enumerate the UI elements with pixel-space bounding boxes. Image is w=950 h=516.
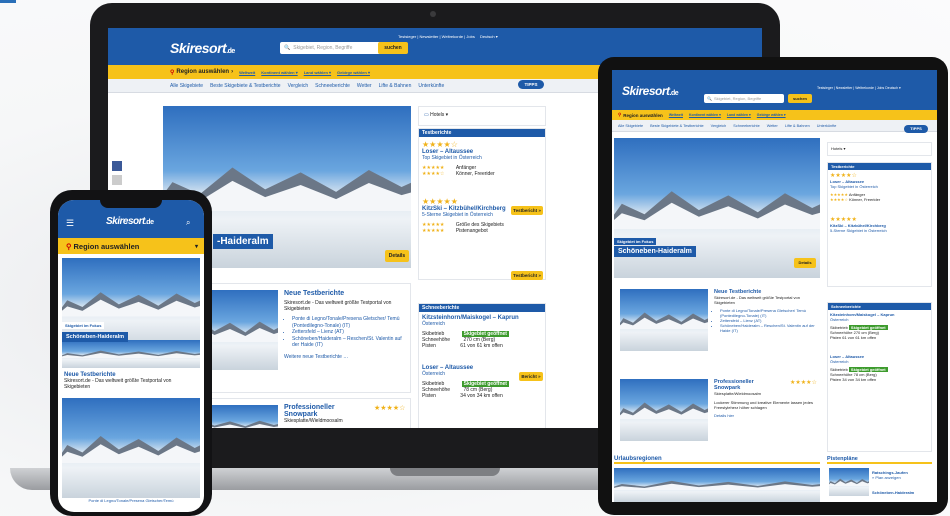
- schneeberichte-box: Schneeberichte Kitzsteinhorn/Maiskogel –…: [827, 302, 932, 452]
- details-button[interactable]: Details: [794, 258, 816, 268]
- hotels-tab[interactable]: ▭ Hotels ▾: [418, 106, 546, 126]
- site-logo[interactable]: Skiresort.de: [622, 84, 679, 98]
- menu-item[interactable]: Vergleich: [288, 83, 309, 89]
- menu-item[interactable]: Alle Skigebiete: [170, 83, 203, 89]
- menu-item[interactable]: Lifte & Bahnen: [379, 83, 412, 89]
- tablet-screen: Skiresort.de 🔍 Skigebiet, Region, Begriff…: [612, 70, 937, 502]
- region-sub-continent[interactable]: Kontinent wählen ▾: [261, 70, 297, 75]
- top-links[interactable]: Testsieger | Newsletter | Weltrekorde | …: [817, 86, 901, 90]
- edge-link-fragment: [0, 0, 16, 3]
- testbericht-button[interactable]: Testbericht »: [511, 206, 543, 215]
- language-select: Deutsch ▾: [479, 34, 498, 39]
- more-news-link[interactable]: Weitere neue Testberichte …: [284, 354, 408, 360]
- bed-icon: ▭: [424, 112, 429, 118]
- news-link[interactable]: Schöneben/Haideralm – Reschen/St. Valent…: [292, 336, 408, 349]
- hero-title: Schöneben-Haideralm: [614, 246, 696, 257]
- urlaub-heading: Urlaubsregionen: [614, 456, 820, 464]
- details-button[interactable]: Details: [385, 250, 409, 262]
- hotels-tab[interactable]: Hotels ▾: [827, 142, 932, 156]
- site-logo[interactable]: Skiresort.de: [170, 40, 235, 56]
- hero-image[interactable]: Skigebiet im Fokus Schöneben-Haideralm: [62, 258, 200, 348]
- region-sub-mountains[interactable]: Gebirge wählen ▾: [337, 70, 370, 75]
- search-button[interactable]: suchen: [788, 94, 812, 103]
- testberichte-box: Testberichte ★★★★☆ Loser – Altaussee Top…: [827, 162, 932, 287]
- share-icon[interactable]: [112, 175, 122, 185]
- search-button[interactable]: suchen: [378, 42, 408, 54]
- menu-item[interactable]: Unterkünfte: [418, 83, 444, 89]
- news-card: Neue Testberichte Skiresort.de - Das wel…: [614, 285, 820, 365]
- search-icon[interactable]: ⌕: [186, 218, 190, 228]
- phone-news: Neue Testberichte Skiresort.de - Das wel…: [64, 372, 172, 390]
- pin-icon: ⚲: [66, 241, 72, 251]
- region-select[interactable]: Region auswählen: [74, 242, 140, 251]
- image-caption[interactable]: Ponte di Legno/Tonale/Presena Gletscher/…: [62, 498, 200, 503]
- bericht-button[interactable]: Bericht »: [519, 372, 543, 381]
- region-sub-country[interactable]: Land wählen ▾: [304, 70, 331, 75]
- hero-title: -Haideralm: [213, 234, 273, 249]
- search-input[interactable]: 🔍 Skigebiet, Region, Begriffe: [704, 94, 784, 103]
- top-links[interactable]: Testsieger | Newsletter | Weltrekorde | …: [398, 34, 498, 39]
- pin-icon: ⚲: [170, 69, 175, 76]
- chevron-down-icon: ▾: [194, 243, 198, 250]
- menu-item[interactable]: Wetter: [357, 83, 372, 89]
- rating-stars: ★★★★☆: [422, 140, 458, 149]
- testberichte-box: Testberichte ★★★★☆ Loser – Altaussee Top…: [418, 128, 546, 280]
- plan-image[interactable]: [829, 468, 869, 496]
- pin-icon: ⚲: [618, 112, 622, 117]
- urlaub-image[interactable]: [614, 468, 820, 502]
- tipps-button[interactable]: TIPPS: [518, 80, 544, 89]
- search-input[interactable]: 🔍 Skigebiet, Region, Begriffe: [280, 42, 390, 54]
- snowpark-title[interactable]: Professioneller Snowpark: [284, 404, 354, 418]
- site-header: Skiresort.de 🔍 Skigebiet, Region, Begriff…: [612, 70, 937, 110]
- hamburger-icon[interactable]: ☰: [66, 218, 74, 229]
- region-bar: ⚲ Region auswählen Weltweit Kontinent wä…: [612, 110, 937, 120]
- region-select[interactable]: Region auswählen: [623, 113, 663, 118]
- phone-notch: [100, 198, 162, 208]
- facebook-icon[interactable]: [112, 161, 122, 171]
- schneeberichte-box: Schneeberichte Kitzsteinhorn/Maiskogel –…: [418, 303, 546, 428]
- news-image-top[interactable]: [62, 340, 200, 368]
- news-image[interactable]: [620, 289, 708, 351]
- phone-screen: ☰ Skiresort.de ⌕ ⚲ Region auswählen ▾ Sk…: [58, 200, 204, 512]
- hero-title: Schöneben-Haideralm: [62, 332, 129, 342]
- region-sub-world[interactable]: Weltweit: [239, 70, 255, 75]
- testberichte-header: Testberichte: [419, 129, 545, 137]
- tipps-button[interactable]: TIPPS: [904, 125, 928, 133]
- menu-item[interactable]: Beste Skigebiete & Testberichte: [210, 83, 281, 89]
- news-link[interactable]: Ponte di Legno/Tonale/Presena Gletscher/…: [292, 316, 408, 329]
- region-bar[interactable]: ⚲ Region auswählen ▾: [58, 238, 204, 254]
- search-icon: 🔍: [284, 45, 291, 51]
- search-icon: 🔍: [707, 96, 712, 101]
- main-menu: Alle Skigebiete Beste Skigebiete & Testb…: [612, 120, 937, 132]
- schneeberichte-header: Schneeberichte: [419, 304, 545, 312]
- pistenplaene-heading: Pistenpläne: [827, 456, 932, 464]
- camera-icon: [430, 11, 436, 17]
- news-title[interactable]: Neue Testberichte: [284, 290, 408, 297]
- site-logo[interactable]: Skiresort.de: [106, 216, 154, 227]
- rating-stars: ★★★★★: [422, 197, 458, 206]
- snowpark-image[interactable]: [620, 379, 708, 441]
- region-select[interactable]: Region auswählen: [176, 69, 229, 75]
- snowpark-card: Professioneller Snowpark ★★★★☆ Skiesplat…: [614, 375, 820, 455]
- menu-item[interactable]: Schneeberichte: [315, 83, 350, 89]
- hero-image[interactable]: Skigebiet im Fokus Schöneben-Haideralm D…: [614, 138, 820, 278]
- testbericht-button[interactable]: Testbericht »: [511, 271, 543, 280]
- news-image[interactable]: [62, 398, 200, 498]
